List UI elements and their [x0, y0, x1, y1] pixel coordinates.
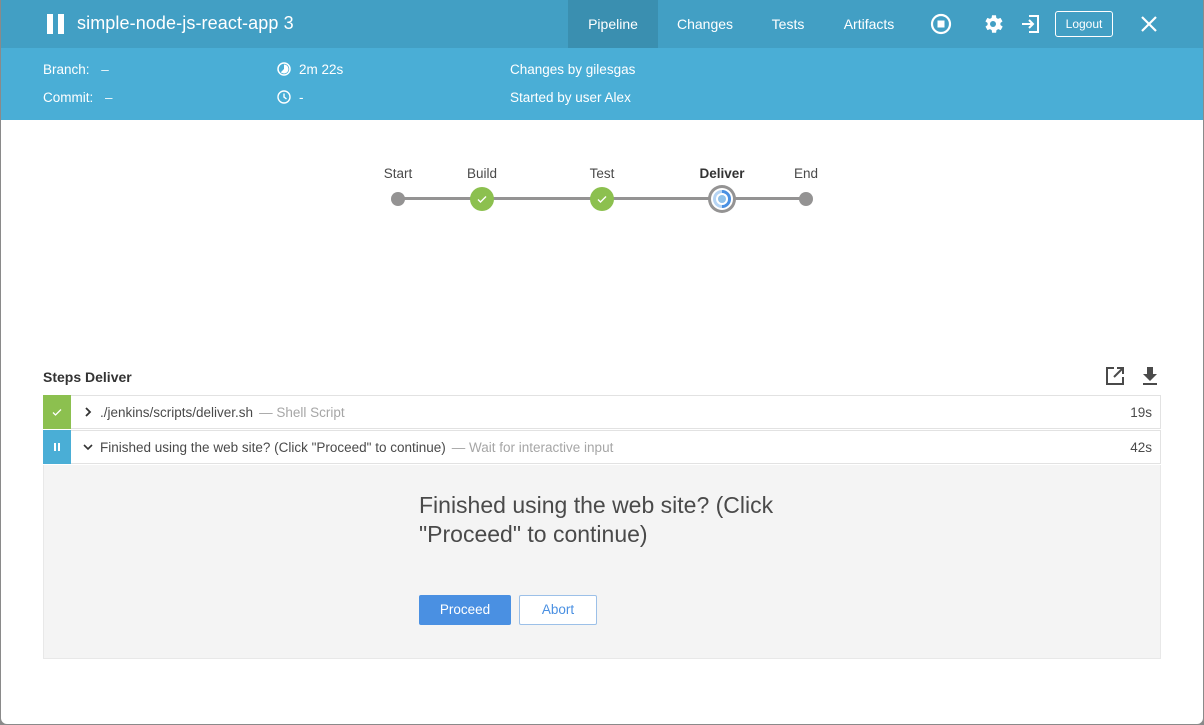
stage-node-test[interactable] [590, 187, 614, 211]
clock-icon [277, 90, 291, 104]
step-description: — Wait for interactive input [451, 440, 614, 455]
tab-artifacts[interactable]: Artifacts [833, 0, 905, 48]
chevron-right-icon[interactable] [82, 406, 94, 418]
logout-button[interactable]: Logout [1055, 11, 1113, 37]
open-external-icon[interactable] [1103, 364, 1127, 388]
close-icon[interactable] [1137, 12, 1161, 36]
chevron-down-icon[interactable] [82, 441, 94, 453]
step-name: ./jenkins/scripts/deliver.sh [100, 405, 254, 420]
stage-node-deliver-running-icon[interactable] [706, 183, 738, 215]
stage-label-deliver: Deliver [699, 166, 745, 181]
step-description: — Shell Script [259, 405, 345, 420]
branch-value: – [101, 62, 109, 77]
input-request-panel: Finished using the web site? (Click "Pro… [43, 465, 1161, 659]
stage-node-start [391, 192, 405, 206]
stage-node-build[interactable] [470, 187, 494, 211]
tab-tests[interactable]: Tests [763, 0, 813, 48]
stage-label-start: Start [383, 166, 413, 181]
step-label: Finished using the web site? (Click "Pro… [100, 440, 613, 455]
commit-value: – [105, 90, 113, 105]
steps-title: Steps Deliver [43, 369, 132, 385]
branch-info: Branch: – [43, 62, 109, 77]
stage-label-test: Test [589, 166, 615, 181]
commit-label: Commit: [43, 90, 94, 105]
pipeline-graph: Start Build Test Deliver End [1, 120, 1203, 240]
gear-icon[interactable] [981, 12, 1005, 36]
step-label: ./jenkins/scripts/deliver.sh — Shell Scri… [100, 405, 345, 420]
started-by: Started by user Alex [510, 90, 631, 105]
step-duration: 42s [1130, 440, 1152, 455]
step-row[interactable]: Finished using the web site? (Click "Pro… [43, 430, 1161, 464]
changes-by: Changes by gilesgas [510, 62, 636, 77]
download-icon[interactable] [1138, 364, 1162, 388]
step-name: Finished using the web site? (Click "Pro… [100, 440, 446, 455]
stage-label-build: Build [466, 166, 498, 181]
pause-icon [47, 14, 65, 34]
stop-icon[interactable] [929, 12, 953, 36]
app-window: simple-node-js-react-app 3 Pipeline Chan… [1, 0, 1203, 724]
top-bar: simple-node-js-react-app 3 Pipeline Chan… [1, 0, 1203, 48]
branch-label: Branch: [43, 62, 90, 77]
duration-icon [277, 62, 291, 76]
commit-info: Commit: – [43, 90, 113, 105]
step-success-icon [43, 395, 71, 429]
stage-node-end [799, 192, 813, 206]
abort-button[interactable]: Abort [519, 595, 597, 625]
step-paused-icon [43, 430, 71, 464]
input-message: Finished using the web site? (Click "Pro… [419, 492, 774, 547]
step-row[interactable]: ./jenkins/scripts/deliver.sh — Shell Scri… [43, 395, 1161, 429]
tab-changes[interactable]: Changes [671, 0, 739, 48]
time-info: - [277, 90, 304, 105]
stage-label-end: End [793, 166, 819, 181]
page-title: simple-node-js-react-app 3 [77, 13, 294, 33]
tab-pipeline[interactable]: Pipeline [568, 0, 658, 48]
duration-value: 2m 22s [299, 62, 344, 77]
run-info-bar: Branch: – Commit: – 2m 22s - Changes by … [1, 48, 1203, 120]
step-duration: 19s [1130, 405, 1152, 420]
sign-in-icon[interactable] [1019, 12, 1043, 36]
proceed-button[interactable]: Proceed [419, 595, 511, 625]
duration-info: 2m 22s [277, 62, 343, 77]
time-value: - [299, 90, 304, 105]
check-icon [477, 196, 487, 203]
check-icon [597, 196, 607, 203]
